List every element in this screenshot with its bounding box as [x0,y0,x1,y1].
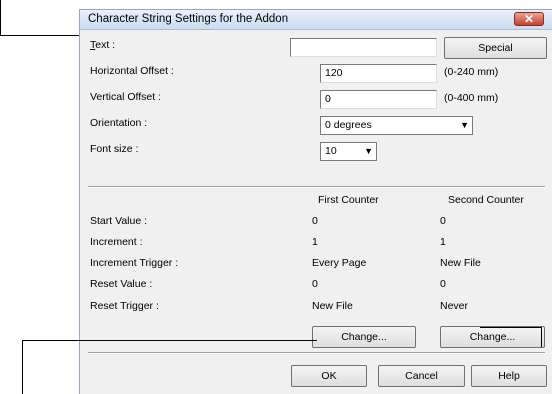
help-button[interactable]: Help [471,365,547,387]
cancel-label: Cancel [405,370,438,382]
first-counter-value: 1 [312,236,318,248]
addon-string-dialog: Character String Settings for the Addon … [79,9,552,394]
close-button[interactable]: ✕ [514,12,544,26]
horizontal-offset-range: (0-240 mm) [444,66,499,78]
cancel-button[interactable]: Cancel [378,365,465,387]
first-counter-value: New File [312,300,353,312]
callout-line-bottom-horizontal [22,340,317,341]
second-counter-value: 1 [440,236,446,248]
chevron-down-icon: ▼ [364,146,373,156]
close-icon: ✕ [523,12,535,26]
second-counter-value: 0 [440,278,446,290]
second-counter-header: Second Counter [448,194,524,206]
callout-line-right-vertical [541,327,542,347]
font-size-select[interactable]: 10 ▼ [320,142,377,161]
callout-line-right [480,327,542,328]
change-second-label: Change... [469,331,516,343]
counter-row-label: Reset Value : [90,278,153,290]
counter-row-label: Reset Trigger : [90,300,159,312]
dialog-title: Character String Settings for the Addon [88,13,289,25]
chevron-down-icon: ▼ [460,120,469,130]
callout-line-bottom-vertical [22,340,23,394]
special-button[interactable]: Special [444,37,547,59]
orientation-value: 0 degrees [325,119,372,131]
counter-row-label: Start Value : [90,215,148,227]
text-input[interactable] [290,38,437,57]
horizontal-offset-input[interactable]: 120 [320,64,437,83]
callout-line-top-horizontal [0,35,80,36]
footer-separator [88,352,545,354]
change-first-label: Change... [341,331,387,343]
vertical-offset-input[interactable]: 0 [320,90,437,109]
second-counter-value: New File [440,257,481,269]
title-bar[interactable]: Character String Settings for the Addon … [80,10,552,30]
font-size-value: 10 [325,145,337,157]
text-label: Text : [90,39,116,51]
vertical-offset-label: Vertical Offset : [90,91,162,103]
counter-row-label: Increment Trigger : [90,257,179,269]
ok-button[interactable]: OK [291,365,367,387]
special-button-label: Special [478,42,513,54]
first-counter-header: First Counter [318,194,379,206]
horizontal-offset-label: Horizontal Offset : [90,65,174,77]
callout-line-top-vertical [0,0,1,36]
help-label: Help [498,370,520,382]
first-counter-value: 0 [312,215,318,227]
first-counter-value: 0 [312,278,318,290]
counter-row-label: Increment : [90,236,143,248]
vertical-offset-range: (0-400 mm) [444,92,499,104]
change-second-counter-button[interactable]: Change... [440,326,545,348]
font-size-label: Font size : [90,143,139,155]
orientation-select[interactable]: 0 degrees ▼ [320,116,473,135]
first-counter-value: Every Page [312,257,367,269]
separator [88,186,545,188]
second-counter-value: Never [440,300,469,312]
ok-label: OK [321,370,337,382]
change-first-counter-button[interactable]: Change... [312,326,416,348]
orientation-label: Orientation : [90,117,148,129]
second-counter-value: 0 [440,215,446,227]
